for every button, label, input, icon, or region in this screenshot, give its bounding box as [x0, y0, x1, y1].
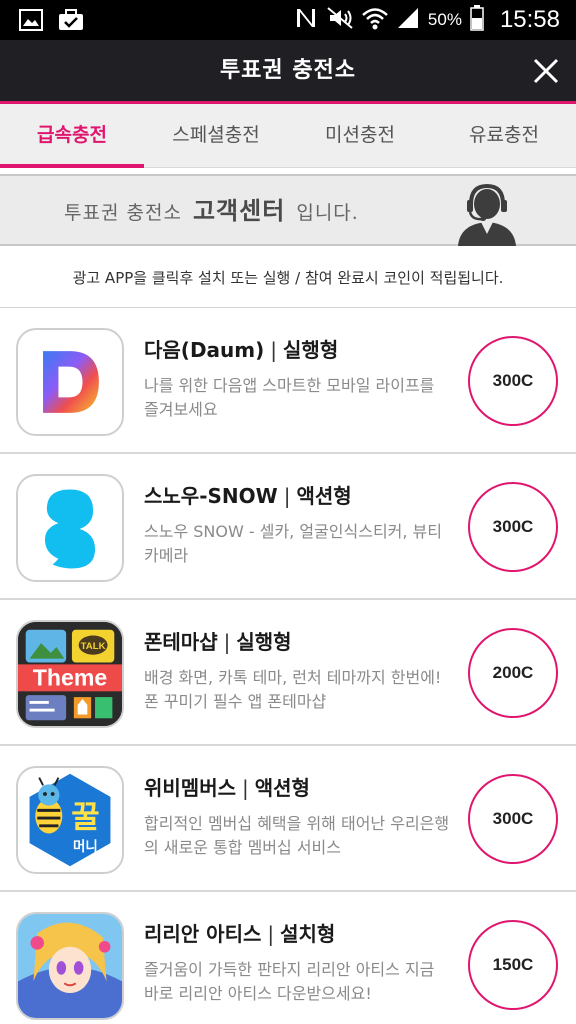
- coin-button[interactable]: 200C: [468, 628, 558, 718]
- list-item[interactable]: 꿀 머니 위비멤버스 | 액션형 합리적인 멤버십 혜택을 위해 태어난 우리은행의…: [0, 746, 576, 892]
- signal-icon: [396, 6, 420, 34]
- item-title: 폰테마샵 | 실행형: [144, 630, 292, 654]
- item-description: 나를 위한 다음앱 스마트한 모바일 라이프를 즐겨보세요: [144, 376, 435, 419]
- coin-button[interactable]: 150C: [468, 920, 558, 1010]
- banner-text: 투표권 충전소 고객센터 입니다.: [64, 176, 359, 248]
- image-icon: [18, 8, 44, 32]
- briefcase-icon: [58, 8, 84, 32]
- battery-icon: [470, 5, 484, 35]
- tab-bar: 급속충전 스페셜충전 미션충전 유료충전: [0, 104, 576, 168]
- close-icon: [533, 58, 559, 84]
- lilian-artis-app-icon: [16, 912, 124, 1020]
- wibee-members-app-icon: 꿀 머니: [16, 766, 124, 874]
- item-description: 즐거움이 가득한 판타지 리리안 아티스 지금 바로 리리안 아티스 다운받으세…: [144, 960, 435, 1003]
- notice-text: 광고 APP을 클릭후 설치 또는 실행 / 참여 완료시 코인이 적립됩니다.: [0, 248, 576, 308]
- tab-paid-charge[interactable]: 유료충전: [432, 104, 576, 167]
- customer-center-banner[interactable]: 투표권 충전소 고객센터 입니다.: [0, 174, 576, 246]
- tab-special-charge[interactable]: 스페셜충전: [144, 104, 288, 167]
- theme-shop-app-icon: TALK Theme: [16, 620, 124, 728]
- battery-percent: 50%: [427, 10, 462, 29]
- banner-prefix: 투표권 충전소: [64, 202, 182, 224]
- status-right-icons: 50% 15:58: [294, 4, 560, 36]
- item-title: 위비멤버스 | 액션형: [144, 776, 310, 800]
- offer-list: 다음(Daum) | 실행형 나를 위한 다음앱 스마트한 모바일 라이프를 즐겨보…: [0, 308, 576, 1024]
- status-left-icons: [18, 8, 84, 32]
- mute-icon: [326, 6, 354, 34]
- app-header: 투표권 충전소: [0, 40, 576, 104]
- page-title: 투표권 충전소: [219, 58, 357, 83]
- svg-text:Theme: Theme: [33, 665, 108, 691]
- tab-rapid-charge[interactable]: 급속충전: [0, 104, 144, 168]
- daum-app-icon: [16, 328, 124, 436]
- item-description: 배경 화면, 카톡 테마, 런처 테마까지 한번에! 폰 꾸미기 필수 앱 폰테…: [144, 668, 442, 711]
- item-title: 스노우-SNOW | 액션형: [144, 484, 352, 508]
- list-item[interactable]: 다음(Daum) | 실행형 나를 위한 다음앱 스마트한 모바일 라이프를 즐겨보…: [0, 308, 576, 454]
- item-title: 다음(Daum) | 실행형: [144, 338, 339, 362]
- banner-suffix: 입니다.: [296, 202, 359, 224]
- list-item[interactable]: 리리안 아티스 | 설치형 즐거움이 가득한 판타지 리리안 아티스 지금 바로 리…: [0, 892, 576, 1024]
- item-title: 리리안 아티스 | 설치형: [144, 922, 336, 946]
- customer-service-agent-icon: [454, 182, 520, 246]
- coin-button[interactable]: 300C: [468, 482, 558, 572]
- snow-app-icon: [16, 474, 124, 582]
- svg-text:머니: 머니: [73, 839, 98, 855]
- item-description: 스노우 SNOW - 셀카, 얼굴인식스티커, 뷰티카메라: [144, 522, 442, 565]
- item-description: 합리적인 멤버십 혜택을 위해 태어난 우리은행의 새로운 통합 멤버십 서비스: [144, 814, 450, 857]
- list-item[interactable]: 스노우-SNOW | 액션형 스노우 SNOW - 셀카, 얼굴인식스티커, 뷰티카…: [0, 454, 576, 600]
- list-item[interactable]: TALK Theme 폰테마샵 | 실행형 배경 화면, 카톡 테마, 런처 테마까…: [0, 600, 576, 746]
- banner-emphasis: 고객센터: [192, 197, 286, 225]
- svg-text:꿀: 꿀: [71, 800, 99, 836]
- clock: 15:58: [499, 6, 560, 33]
- close-button[interactable]: [532, 57, 560, 85]
- coin-button[interactable]: 300C: [468, 774, 558, 864]
- wifi-icon: [362, 6, 388, 34]
- coin-button[interactable]: 300C: [468, 336, 558, 426]
- nfc-icon: [294, 6, 318, 34]
- tab-mission-charge[interactable]: 미션충전: [288, 104, 432, 167]
- status-bar: 50% 15:58: [0, 0, 576, 40]
- svg-text:TALK: TALK: [81, 641, 106, 652]
